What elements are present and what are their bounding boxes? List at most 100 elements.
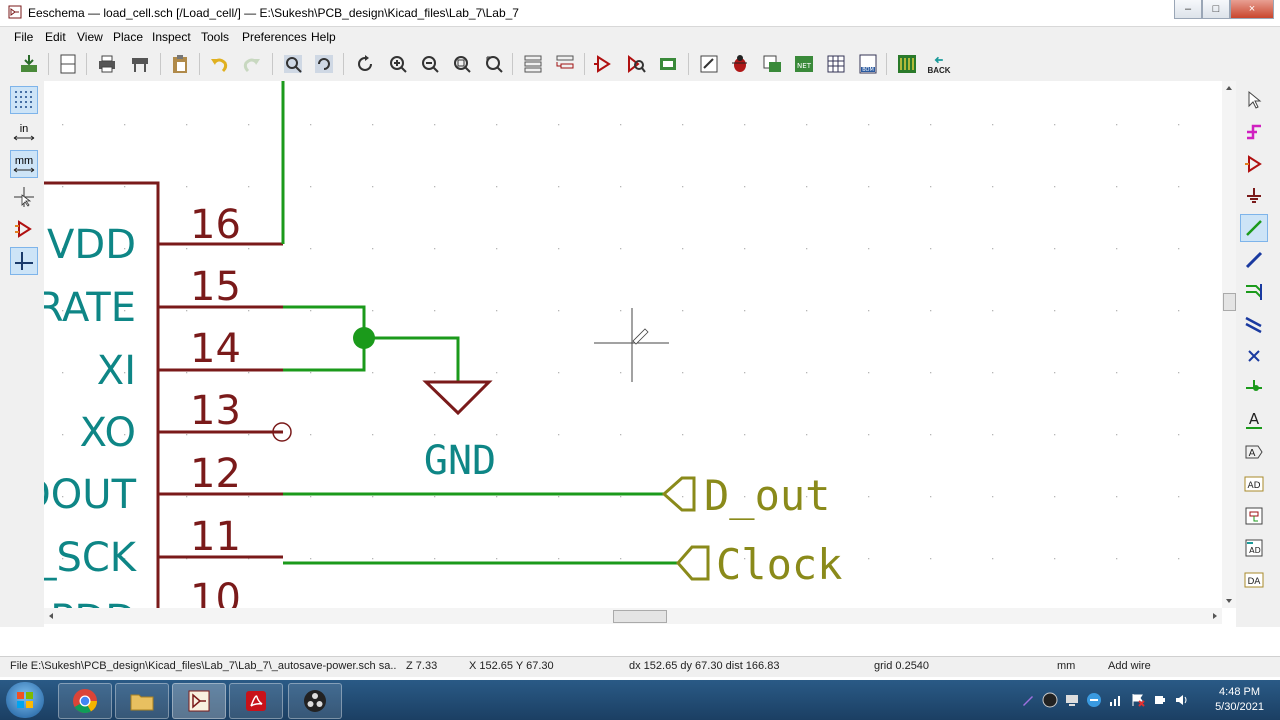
- redraw-button[interactable]: [352, 51, 378, 77]
- highlight-net-button[interactable]: [1240, 118, 1268, 146]
- units-inch-button[interactable]: in: [10, 118, 38, 146]
- taskbar-acrobat[interactable]: [229, 683, 283, 719]
- title-bar: Eeschema — load_cell.sch [/Load_cell/] —…: [0, 0, 1280, 27]
- leave-sheet-button[interactable]: [552, 51, 578, 77]
- pen-tray-icon[interactable]: [1020, 692, 1036, 708]
- paste-button[interactable]: [167, 51, 193, 77]
- add-bus-button[interactable]: [1240, 246, 1268, 274]
- chat-tray-icon[interactable]: [1086, 692, 1102, 708]
- save-button[interactable]: [16, 51, 42, 77]
- menu-view[interactable]: View: [77, 30, 103, 44]
- no-connect-button[interactable]: [1240, 342, 1268, 370]
- erc-button[interactable]: [696, 51, 722, 77]
- menu-file[interactable]: File: [14, 30, 33, 44]
- add-hierarchical-sheet-button[interactable]: [1240, 502, 1268, 530]
- bus-to-bus-entry-button[interactable]: [1240, 310, 1268, 338]
- maximize-button[interactable]: □: [1202, 0, 1230, 19]
- taskbar-kicad[interactable]: [172, 683, 226, 719]
- horizontal-scrollbar[interactable]: [44, 608, 1222, 624]
- add-label-button[interactable]: A: [1240, 406, 1268, 434]
- status-zoom: Z 7.33: [406, 660, 438, 672]
- menu-preferences[interactable]: Preferences: [242, 30, 307, 44]
- menu-inspect[interactable]: Inspect: [152, 30, 191, 44]
- minimize-button[interactable]: –: [1174, 0, 1202, 19]
- windows-taskbar: 4:48 PM 5/30/2021: [0, 680, 1280, 720]
- symbol-editor-button[interactable]: [590, 51, 616, 77]
- taskbar-chrome[interactable]: [58, 683, 112, 719]
- volume-tray-icon[interactable]: [1174, 692, 1190, 708]
- add-hierarchical-label-button[interactable]: AD: [1240, 470, 1268, 498]
- zoom-out-button[interactable]: [417, 51, 443, 77]
- leave-sheet-icon: [556, 55, 574, 69]
- cursor-shape-button[interactable]: [10, 183, 38, 211]
- menu-help[interactable]: Help: [311, 30, 336, 44]
- hierarchical-label-icon: AD: [1244, 476, 1264, 492]
- pointer-icon: [1248, 90, 1262, 109]
- zoom-selection-button[interactable]: [481, 51, 507, 77]
- close-button[interactable]: ×: [1230, 0, 1274, 19]
- import-sheet-pin-button[interactable]: AD: [1240, 534, 1268, 562]
- pcbnew-button[interactable]: [894, 51, 920, 77]
- add-junction-button[interactable]: [1240, 374, 1268, 402]
- back-button[interactable]: BACK: [926, 51, 952, 77]
- print-button[interactable]: [94, 51, 120, 77]
- symbol-editor-icon: [594, 55, 611, 73]
- find-replace-button[interactable]: [311, 51, 337, 77]
- units-mm-button[interactable]: mm: [10, 150, 38, 178]
- action-center-tray-icon[interactable]: [1130, 692, 1146, 708]
- add-sheet-pin-button[interactable]: DA: [1240, 566, 1268, 594]
- menu-place[interactable]: Place: [113, 30, 143, 44]
- add-global-label-button[interactable]: A: [1240, 438, 1268, 466]
- inch-label: in: [19, 122, 29, 135]
- display-tray-icon[interactable]: [1064, 692, 1080, 708]
- wire-to-bus-entry-button[interactable]: [1240, 278, 1268, 306]
- schematic-canvas[interactable]: VDD RATE XI XO DOUT PD_SCK PDD 16 15 14 …: [44, 81, 1222, 608]
- obs-tray-icon[interactable]: [1042, 692, 1058, 708]
- zoom-in-button[interactable]: [385, 51, 411, 77]
- window-title: Eeschema — load_cell.sch [/Load_cell/] —…: [28, 6, 519, 20]
- wire-angle-button[interactable]: [10, 247, 38, 275]
- annotate-button[interactable]: [655, 51, 681, 77]
- netlist-button[interactable]: NET: [791, 51, 817, 77]
- inspect-bug-button[interactable]: [727, 51, 753, 77]
- scroll-up-icon[interactable]: [1222, 83, 1236, 93]
- vertical-scrollbar[interactable]: [1222, 81, 1236, 608]
- global-label-d-out[interactable]: D_out: [704, 471, 830, 520]
- show-grid-button[interactable]: [10, 86, 38, 114]
- schematic-drawing[interactable]: VDD RATE XI XO DOUT PD_SCK PDD 16 15 14 …: [44, 81, 1222, 608]
- table-button[interactable]: [823, 51, 849, 77]
- hierarchy-navigator-button[interactable]: [520, 51, 546, 77]
- svg-text:A: A: [1249, 448, 1256, 459]
- global-label-clock[interactable]: Clock: [716, 540, 842, 589]
- scroll-right-icon[interactable]: [1210, 608, 1220, 624]
- add-wire-button[interactable]: [1240, 214, 1268, 242]
- select-tool-button[interactable]: [1240, 86, 1268, 114]
- hidden-pins-button[interactable]: [10, 215, 38, 243]
- symbol-browser-button[interactable]: [623, 51, 649, 77]
- vertical-scroll-thumb[interactable]: [1223, 293, 1236, 311]
- add-power-button[interactable]: [1240, 182, 1268, 210]
- plot-button[interactable]: [127, 51, 153, 77]
- taskbar-explorer[interactable]: [115, 683, 169, 719]
- redo-button[interactable]: [239, 51, 265, 77]
- zoom-fit-button[interactable]: [449, 51, 475, 77]
- add-symbol-button[interactable]: [1240, 150, 1268, 178]
- menu-tools[interactable]: Tools: [201, 30, 229, 44]
- taskbar-clock[interactable]: 4:48 PM 5/30/2021: [1215, 685, 1264, 715]
- scroll-left-icon[interactable]: [46, 608, 56, 624]
- main-toolbar: NET BOM BACK: [0, 47, 1280, 81]
- scroll-down-icon[interactable]: [1222, 596, 1236, 606]
- assign-footprints-button[interactable]: [759, 51, 785, 77]
- undo-button[interactable]: [206, 51, 232, 77]
- network-tray-icon[interactable]: [1108, 692, 1124, 708]
- page-settings-button[interactable]: [55, 51, 81, 77]
- symbol-browser-icon: [628, 54, 646, 74]
- start-button[interactable]: [6, 682, 44, 718]
- bug-icon: [732, 55, 747, 72]
- find-button[interactable]: [280, 51, 306, 77]
- menu-edit[interactable]: Edit: [45, 30, 66, 44]
- taskbar-obs[interactable]: [288, 683, 342, 719]
- power-tray-icon[interactable]: [1152, 692, 1168, 708]
- horizontal-scroll-thumb[interactable]: [613, 610, 667, 623]
- bom-button[interactable]: BOM: [855, 51, 881, 77]
